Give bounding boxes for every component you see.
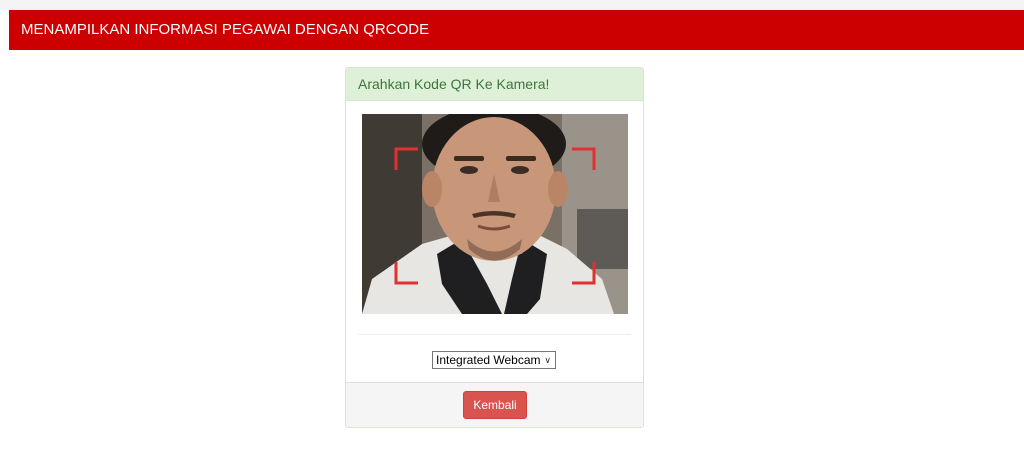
navbar: MENAMPILKAN INFORMASI PEGAWAI DENGAN QRC… <box>9 10 1024 50</box>
panel-footer: Kembali <box>346 382 643 427</box>
camera-preview <box>362 114 628 314</box>
qr-scanner-panel: Arahkan Kode QR Ke Kamera! Integrated We… <box>345 67 644 428</box>
panel-heading: Arahkan Kode QR Ke Kamera! <box>346 68 643 101</box>
back-button[interactable]: Kembali <box>463 391 527 419</box>
camera-select-value: Integrated Webcam <box>436 353 541 367</box>
page: MENAMPILKAN INFORMASI PEGAWAI DENGAN QRC… <box>0 0 1024 455</box>
browser-top-strip <box>0 0 1024 10</box>
page-title: MENAMPILKAN INFORMASI PEGAWAI DENGAN QRC… <box>21 21 430 38</box>
camera-select[interactable]: Integrated Webcam ∨ <box>432 351 556 369</box>
chevron-down-icon: ∨ <box>544 355 551 365</box>
camera-feed-image <box>362 114 628 314</box>
panel-divider <box>358 334 631 335</box>
panel-heading-text: Arahkan Kode QR Ke Kamera! <box>358 76 550 92</box>
